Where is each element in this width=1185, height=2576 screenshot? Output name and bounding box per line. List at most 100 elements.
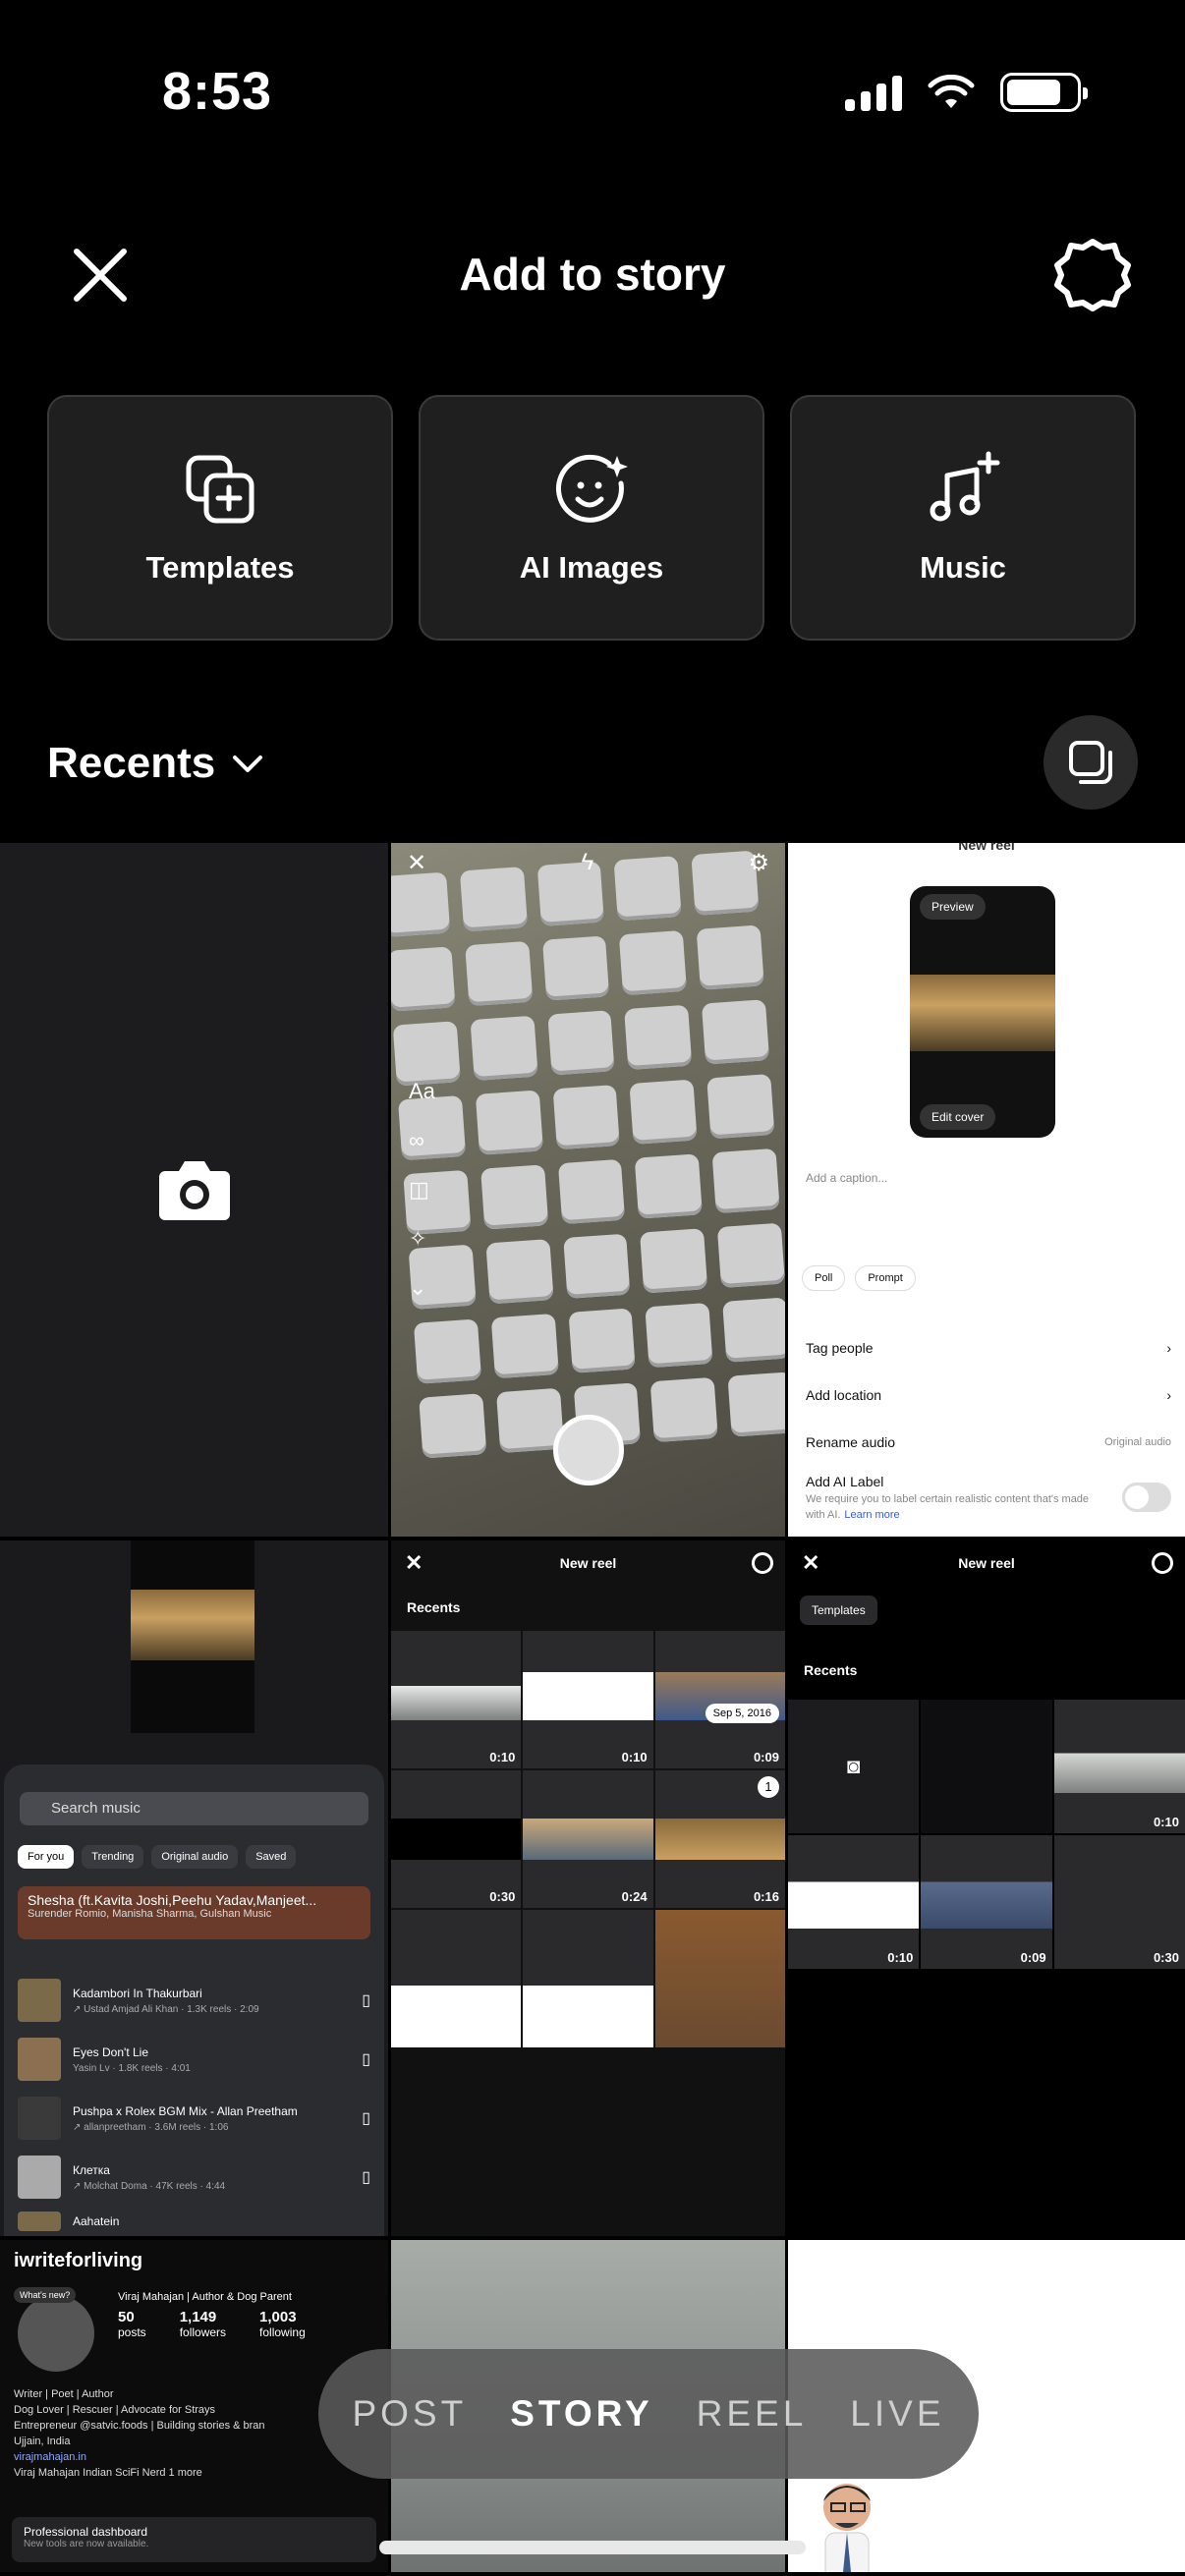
gear-icon <box>1054 239 1131 311</box>
character-illustration <box>823 2484 871 2572</box>
media-thumbnail-music[interactable]: Search music For you Trending Original a… <box>0 1540 391 2240</box>
profile-links: Viraj Mahajan Indian SciFi Nerd 1 more <box>14 2466 202 2479</box>
story-header: Add to story <box>0 236 1185 324</box>
reel-row-add-location: Add location › <box>806 1372 1171 1419</box>
settings-button[interactable] <box>1053 236 1132 314</box>
music-button[interactable]: Music <box>790 395 1136 641</box>
media-thumbnail-new-reel[interactable]: New reel Preview Edit cover Add a captio… <box>788 843 1185 1540</box>
reel-row-ai-label: Add AI Label We require you to label cert… <box>806 1466 1171 1529</box>
row-label: Add AI Label <box>806 1474 884 1489</box>
preview-pill: Preview <box>920 894 986 920</box>
edit-cover-pill: Edit cover <box>920 1104 996 1130</box>
tab-original-audio: Original audio <box>151 1845 239 1869</box>
reel-row-rename-audio: Rename audio Original audio <box>806 1419 1171 1466</box>
tab-for-you: For you <box>18 1845 75 1869</box>
close-icon: ✕ <box>407 850 427 876</box>
profile-stats: 50 posts 1,149 followers 1,003 following <box>118 2309 306 2339</box>
mode-post[interactable]: POST <box>352 2393 467 2435</box>
list-item: Kadambori In Thakurbari ↗ Ustad Amjad Ali… <box>18 1971 370 2030</box>
ai-images-button[interactable]: AI Images <box>419 395 764 641</box>
close-icon: ✕ <box>802 1550 820 1575</box>
multi-select-button[interactable] <box>1044 715 1138 810</box>
picker-header: ✕ New reel <box>788 1540 1185 1586</box>
camera-side-tools: Aa ∞ ◫ ✧ ⌄ <box>409 1079 435 1301</box>
picker-title: New reel <box>559 1555 617 1571</box>
multi-select-icon <box>1069 741 1112 784</box>
templates-button[interactable]: Templates <box>47 395 393 641</box>
chevron-right-icon: › <box>1166 1340 1171 1356</box>
home-indicator[interactable] <box>379 2541 806 2554</box>
reel-chips: Poll Prompt <box>802 1265 916 1291</box>
close-icon: ✕ <box>405 1550 423 1575</box>
templates-label: Templates <box>145 550 295 585</box>
learn-more-link: Learn more <box>844 1509 900 1521</box>
tab-saved: Saved <box>246 1845 297 1869</box>
bookmark-icon: ▯ <box>362 2110 370 2127</box>
music-list: Kadambori In Thakurbari ↗ Ustad Amjad Ali… <box>18 1971 370 2236</box>
reel-title: New reel <box>958 843 1015 853</box>
featured-title: Shesha (ft.Kavita Joshi,Peehu Yadav,Manj… <box>28 1892 317 1908</box>
music-sheet: Search music For you Trending Original a… <box>4 1764 384 2236</box>
music-icon <box>930 451 1000 522</box>
profile-handle: iwriteforliving <box>14 2250 143 2271</box>
cellular-signal-icon <box>845 74 902 111</box>
row-label: Rename audio <box>806 1434 896 1450</box>
mode-reel[interactable]: REEL <box>697 2393 808 2435</box>
gear-icon <box>1152 1552 1173 1574</box>
picker-recents: Recents <box>804 1662 858 1678</box>
picker-header: ✕ New reel <box>391 1540 785 1586</box>
battery-icon <box>1000 73 1088 112</box>
picker-recents: Recents <box>407 1599 461 1615</box>
reel-row-tag-people: Tag people › <box>806 1324 1171 1372</box>
shutter-icon <box>553 1415 624 1485</box>
templates-icon <box>186 455 254 524</box>
tab-trending: Trending <box>82 1845 144 1869</box>
recents-dropdown[interactable]: Recents <box>47 739 264 788</box>
professional-dashboard: Professional dashboard New tools are now… <box>12 2517 376 2562</box>
recents-row: Recents <box>47 715 1138 823</box>
chevron-down-icon <box>233 756 263 772</box>
ai-images-label: AI Images <box>519 550 664 585</box>
mode-live[interactable]: LIVE <box>850 2393 944 2435</box>
avatar <box>18 2295 94 2372</box>
wifi-icon <box>928 75 975 108</box>
profile-name: Viraj Mahajan | Author & Dog Parent <box>118 2291 292 2303</box>
list-item: Aahatein <box>18 2207 370 2236</box>
bookmark-icon: ▯ <box>362 1992 370 2009</box>
camera-tile[interactable] <box>0 843 391 1540</box>
featured-sub: Surender Romio, Manisha Sharma, Gulshan … <box>28 1908 272 1920</box>
camera-icon: ◙ <box>847 1754 861 1778</box>
music-search: Search music <box>20 1792 368 1825</box>
poll-chip: Poll <box>802 1265 846 1291</box>
bookmark-icon: ▯ <box>362 2169 370 2186</box>
chevron-right-icon: › <box>1166 1387 1171 1403</box>
status-icons <box>845 73 1088 112</box>
camera-top-controls: ✕ ϟ ⚙ <box>407 849 769 877</box>
music-label: Music <box>920 550 1006 585</box>
music-featured: Shesha (ft.Kavita Joshi,Peehu Yadav,Manj… <box>18 1886 370 1939</box>
profile-bio: Writer | Poet | Author Dog Lover | Rescu… <box>14 2387 265 2482</box>
date-badge: Sep 5, 2016 <box>705 1704 779 1723</box>
caption-placeholder: Add a caption... <box>806 1171 888 1185</box>
story-tools: Templates AI Images Music <box>47 395 1136 641</box>
list-item: Pushpa x Rolex BGM Mix - Allan Preetham ↗… <box>18 2089 370 2148</box>
prompt-chip: Prompt <box>855 1265 916 1291</box>
music-tabs: For you Trending Original audio Saved <box>18 1845 297 1869</box>
note-bubble: What's new? <box>14 2287 77 2303</box>
mode-story[interactable]: STORY <box>510 2393 652 2435</box>
media-thumbnail-picker-2[interactable]: ✕ New reel Templates Recents ◙ 0:10 0:10… <box>788 1540 1185 2240</box>
mode-switcher: POST STORY REEL LIVE <box>318 2349 979 2479</box>
bookmark-icon: ▯ <box>362 2051 370 2068</box>
list-item: Клетка ↗ Molchat Doma · 47K reels · 4:44 ▯ <box>18 2148 370 2207</box>
reel-photo <box>910 975 1055 1051</box>
flash-off-icon: ϟ <box>581 849 594 875</box>
reel-preview-frame: Preview Edit cover <box>910 886 1055 1138</box>
media-grid: ✕ ϟ ⚙ Aa ∞ ◫ ✧ ⌄ New reel Preview Edit c… <box>0 843 1185 2576</box>
media-thumbnail-keyboard[interactable]: ✕ ϟ ⚙ Aa ∞ ◫ ✧ ⌄ <box>391 843 788 1540</box>
status-time: 8:53 <box>162 62 273 121</box>
status-bar: 8:53 <box>0 0 1185 187</box>
page-title: Add to story <box>459 249 726 300</box>
chevron-down-icon: ⌄ <box>409 1275 427 1300</box>
media-thumbnail-picker-1[interactable]: ✕ New reel Recents 0:10 0:10 Sep 5, 2016… <box>391 1540 788 2240</box>
reel-options: Tag people › Add location › Rename audio Or… <box>806 1324 1171 1529</box>
